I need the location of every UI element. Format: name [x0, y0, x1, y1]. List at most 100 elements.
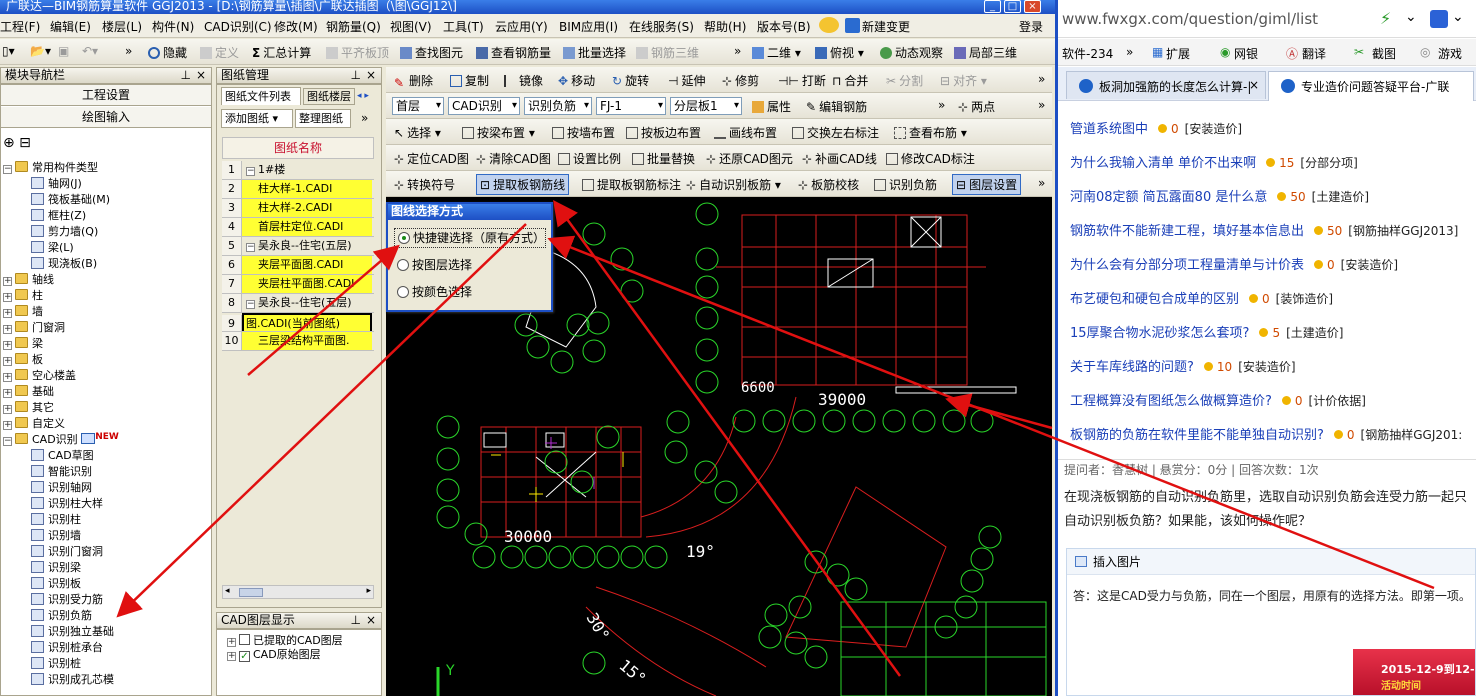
tree-item[interactable]: 识别受力筋 — [31, 591, 103, 607]
tree-item[interactable]: − 常用构件类型 — [3, 159, 98, 175]
baidu-icon[interactable] — [1430, 10, 1448, 28]
question-title[interactable]: 河南08定额 简瓦露面80 是什么意 — [1070, 190, 1267, 205]
local-3d-button[interactable]: 局部三维 — [954, 44, 1017, 61]
select-button[interactable]: ↖ 选择 ▾ — [394, 124, 441, 141]
collapse-icon[interactable]: − — [246, 167, 255, 176]
question-title[interactable]: 为什么我输入清单 单价不出来啊 — [1070, 156, 1256, 171]
extracted-layer-checkbox[interactable] — [239, 634, 250, 645]
more-chevron-icon[interactable]: » — [125, 44, 132, 58]
dynamic-observe-button[interactable]: 动态观察 — [880, 44, 943, 61]
top-view-button[interactable]: 俯视 ▾ — [815, 44, 864, 61]
more-chevron-icon[interactable]: » — [1038, 72, 1045, 86]
tree-item[interactable]: 识别成孔芯模 — [31, 671, 114, 687]
tree-item[interactable]: 识别独立基础 — [31, 623, 114, 639]
tab-scroll-arrows[interactable]: ◂ ▸ — [357, 88, 379, 105]
menu-online[interactable]: 在线服务(S) — [629, 18, 694, 35]
question-item[interactable]: 工程概算没有图纸怎么做概算造价? 0 [计价依据] — [1070, 390, 1366, 409]
tree-item[interactable]: + 基础 — [3, 383, 54, 399]
tab-drawing-floor[interactable]: 图纸楼层 — [303, 88, 355, 105]
tree-item[interactable]: 识别梁 — [31, 559, 81, 575]
pin-icon[interactable]: ⊥ — [351, 613, 361, 628]
tree-item[interactable]: 轴网(J) — [31, 175, 82, 191]
question-item[interactable]: 15厚聚合物水泥砂浆怎么套项? 5 [土建造价] — [1070, 322, 1343, 341]
expand-icon[interactable]: + — [3, 309, 12, 318]
expand-icon[interactable]: + — [3, 277, 12, 286]
pin-icon[interactable]: ⊥ — [181, 68, 191, 83]
batch-replace-button[interactable]: 批量替换 — [632, 150, 695, 167]
extract-slab-rebar-label-button[interactable]: 提取板钢筋标注 — [582, 176, 681, 193]
question-item[interactable]: 布艺硬包和硬包合成单的区别 0 [装饰造价] — [1070, 288, 1333, 307]
tree-item[interactable]: 现浇板(B) — [31, 255, 97, 271]
restore-cad-button[interactable]: ⊹ 还原CAD图元 — [706, 150, 793, 167]
module-select[interactable]: CAD识别 — [448, 97, 520, 115]
question-title[interactable]: 钢筋软件不能新建工程，填好基本信息出 — [1070, 224, 1304, 239]
modify-cad-label-button[interactable]: 修改CAD标注 — [886, 150, 975, 167]
login-button[interactable]: 登录 — [1019, 18, 1043, 35]
extend-button[interactable]: ⊣ 延伸 — [668, 72, 705, 89]
question-title[interactable]: 关于车库线路的问题? — [1070, 360, 1194, 375]
menu-help[interactable]: 帮助(H) — [704, 18, 746, 35]
move-button[interactable]: ✥ 移动 — [558, 72, 595, 89]
set-scale-button[interactable]: 设置比例 — [558, 150, 621, 167]
more-chevron-icon[interactable]: » — [938, 98, 945, 112]
auto-recognize-slab-rebar-button[interactable]: ⊹ 自动识别板筋 ▾ — [686, 176, 781, 193]
open-folder-icon[interactable]: 📂▾ — [30, 44, 51, 58]
maximize-button[interactable]: □ — [1004, 0, 1021, 13]
answer-box[interactable]: 插入图片 答：这是CAD受力与负筋，同在一个图层，用原有的选择方法。即第一项。 … — [1066, 548, 1476, 696]
merge-button[interactable]: ⊓ 合并 — [832, 72, 868, 89]
tree-item[interactable]: 智能识别 — [31, 463, 92, 479]
rotate-button[interactable]: ↻ 旋转 — [612, 72, 649, 89]
tree-item[interactable]: + 梁 — [3, 335, 43, 351]
smiley-icon[interactable] — [819, 17, 839, 33]
convert-symbol-button[interactable]: ⊹ 转换符号 — [394, 176, 455, 193]
drawing-row[interactable]: 3 柱大样-2.CADI — [222, 199, 374, 218]
bookmark-extension[interactable]: 扩展 — [1166, 45, 1190, 62]
draw-line-layout-button[interactable]: 画线布置 — [714, 124, 777, 141]
expand-icon[interactable]: + — [3, 341, 12, 350]
align-button[interactable]: ⊟ 对齐 ▾ — [940, 72, 987, 89]
more-chevron-icon[interactable]: » — [734, 44, 741, 58]
url-input[interactable]: www.fwxgx.com/question/giml/list — [1062, 10, 1318, 28]
bookmark-screenshot[interactable]: 截图 — [1372, 45, 1396, 62]
question-item[interactable]: 钢筋软件不能新建工程，填好基本信息出 50 [钢筋抽样GGJ2013] — [1070, 220, 1458, 239]
find-element-button[interactable]: 查找图元 — [400, 44, 463, 61]
question-item[interactable]: 为什么会有分部分项工程量清单与计价表 0 [安装造价] — [1070, 254, 1398, 273]
question-item[interactable]: 板钢筋的负筋在软件里能不能单独自动识别? 0 [钢筋抽样GGJ201: — [1070, 424, 1462, 443]
expand-collapse-icon[interactable]: ⊕ ⊟ — [3, 135, 31, 151]
tree-item[interactable]: 梁(L) — [31, 239, 74, 255]
option-by-layer[interactable]: 按图层选择 — [394, 256, 472, 273]
tree-item[interactable]: 识别桩承台 — [31, 639, 103, 655]
question-title[interactable]: 布艺硬包和硬包合成单的区别 — [1070, 292, 1239, 307]
drawing-row[interactable]: 7 夹层柱平面图.CADI — [222, 275, 374, 294]
more-chevron-icon[interactable]: » — [1126, 45, 1133, 59]
option-by-color[interactable]: 按颜色选择 — [394, 283, 472, 300]
slab-rebar-check-button[interactable]: ⊹ 板筋校核 — [798, 176, 859, 193]
bookmark-bank[interactable]: 网银 — [1234, 45, 1258, 62]
expand-icon[interactable]: + — [3, 373, 12, 382]
tree-item[interactable]: + 轴线 — [3, 271, 54, 287]
patch-cad-line-button[interactable]: ⊹ 补画CAD线 — [802, 150, 877, 167]
menu-cloud[interactable]: 云应用(Y) — [495, 18, 548, 35]
question-title[interactable]: 管道系统图中 — [1070, 122, 1148, 137]
tree-item[interactable]: 识别墙 — [31, 527, 81, 543]
option-shortcut-select[interactable]: 快捷键选择（原有方式） — [394, 228, 546, 248]
by-wall-layout-button[interactable]: 按墙布置 — [552, 124, 615, 141]
question-title[interactable]: 15厚聚合物水泥砂浆怎么套项? — [1070, 326, 1249, 341]
rebar-3d-button[interactable]: 钢筋三维 — [636, 44, 699, 61]
menu-cad-recognize[interactable]: CAD识别(C) — [204, 18, 272, 35]
question-item[interactable]: 河南08定额 简瓦露面80 是什么意 50 [土建造价] — [1070, 186, 1369, 205]
radio-icon[interactable] — [397, 286, 409, 298]
browser-tab-1[interactable]: 板洞加强筋的长度怎么计算-| × — [1066, 71, 1266, 99]
collapse-icon[interactable]: − — [246, 300, 255, 309]
2d-view-button[interactable]: 二维 ▾ — [752, 44, 801, 61]
close-icon[interactable]: × — [366, 613, 376, 628]
drawing-row[interactable]: 10 三层梁结构平面图. — [222, 332, 374, 351]
define-button[interactable]: 定义 — [200, 44, 239, 61]
menu-new-change[interactable]: 新建变更 — [862, 18, 910, 35]
tree-item[interactable]: 识别柱 — [31, 511, 81, 527]
by-slab-edge-layout-button[interactable]: 按板边布置 — [626, 124, 701, 141]
question-item[interactable]: 关于车库线路的问题? 10 [安装造价] — [1070, 356, 1296, 375]
tree-item[interactable]: + 其它 — [3, 399, 54, 415]
bookmark-translate[interactable]: 翻译 — [1302, 45, 1326, 62]
expand-icon[interactable]: + — [3, 421, 12, 430]
